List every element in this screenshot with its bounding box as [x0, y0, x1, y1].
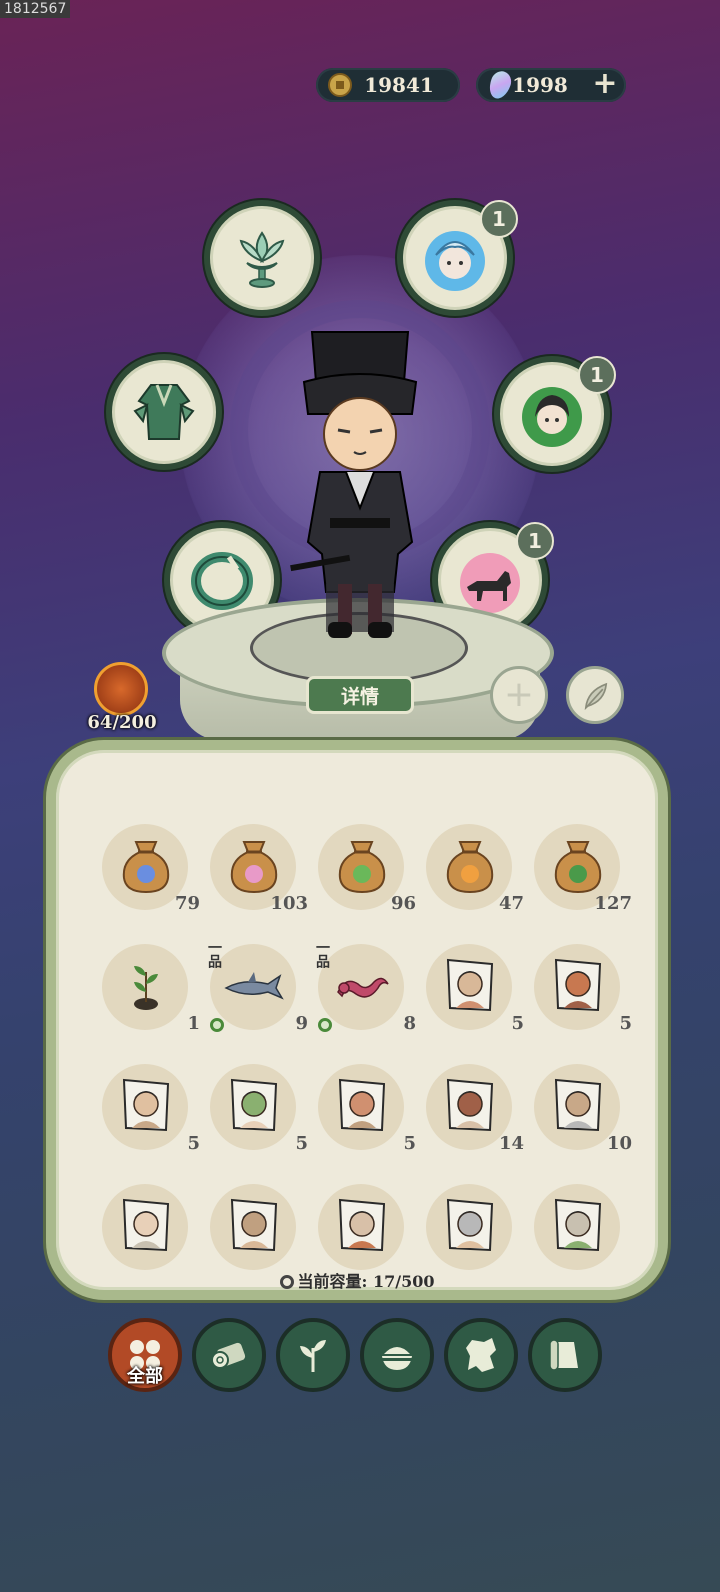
tab-plant[interactable]	[276, 1318, 350, 1392]
inventory-item-character-card-7[interactable]: 10	[530, 1060, 632, 1156]
character-card-7-icon	[554, 1078, 602, 1132]
inventory-item-seed-bag-leaf[interactable]: 127	[530, 820, 632, 916]
tab-map-piece[interactable]	[444, 1318, 518, 1392]
feather-button[interactable]	[566, 666, 624, 724]
inventory-item-character-card-1[interactable]: 5	[422, 940, 524, 1036]
level-progress: 64/200	[87, 712, 157, 733]
jade-bracelet-icon	[191, 552, 253, 610]
jade-ring-icon	[318, 1018, 332, 1032]
seed-bag-blue-icon	[122, 841, 170, 894]
seed-bag-green-icon	[338, 841, 386, 894]
capacity-text: 当前容量: 17/500	[297, 1272, 435, 1291]
companion-portrait-icon	[522, 387, 582, 447]
inventory-item-character-card-10[interactable]	[314, 1180, 410, 1276]
player-character[interactable]	[290, 322, 430, 652]
inventory-panel: 79 103 96 47 127 1 一品 9 一品 8 5 5 5 5 5 1…	[46, 740, 668, 1300]
character-card-4-icon	[230, 1078, 278, 1132]
character-card-8-icon	[122, 1198, 170, 1252]
character-card-5-icon	[338, 1078, 386, 1132]
item-count: 47	[498, 893, 524, 914]
lotus-lamp-icon	[239, 231, 285, 288]
dragon-icon	[337, 977, 389, 998]
inventory-item-character-card-8[interactable]	[98, 1180, 194, 1276]
inventory-item-character-card-6[interactable]: 14	[422, 1060, 524, 1156]
tab-food[interactable]	[360, 1318, 434, 1392]
slot-lotus[interactable]	[210, 206, 314, 310]
character-card-1-icon	[446, 958, 494, 1012]
rice-bowl-icon	[382, 1347, 412, 1370]
inventory-item-character-card-12[interactable]	[530, 1180, 626, 1276]
inventory-item-seed-bag-blue[interactable]: 79	[98, 820, 200, 916]
inventory-item-character-card-5[interactable]: 5	[314, 1060, 416, 1156]
inventory-item-seed-bag-orange[interactable]: 47	[422, 820, 524, 916]
seed-bag-leaf-icon	[554, 841, 602, 894]
robe-armor-icon	[133, 384, 195, 440]
item-count: 5	[187, 1133, 200, 1154]
seed-bag-orange-icon	[446, 841, 494, 894]
gem-counter: 1998 +	[476, 68, 626, 102]
log-icon	[211, 1342, 246, 1369]
item-count: 103	[270, 893, 308, 914]
inventory-item-sapling[interactable]: 1	[98, 940, 200, 1036]
spirit-badge: 1	[480, 200, 518, 238]
capacity-label: 当前容量: 17/500	[56, 1268, 658, 1291]
inventory-item-character-card-9[interactable]	[206, 1180, 302, 1276]
pet-badge: 1	[516, 522, 554, 560]
character-card-2-icon	[554, 958, 602, 1012]
companion-badge: 1	[578, 356, 616, 394]
item-count: 9	[295, 1013, 308, 1034]
add-slot-button[interactable]: +	[490, 666, 548, 724]
inventory-item-shark[interactable]: 一品 9	[206, 940, 308, 1036]
item-count: 14	[498, 1133, 524, 1154]
seed-bag-pink-icon	[230, 841, 278, 894]
inventory-item-seed-bag-green[interactable]: 96	[314, 820, 416, 916]
character-card-6-icon	[446, 1078, 494, 1132]
item-count: 5	[403, 1133, 416, 1154]
tab-all-label: 全部	[127, 1366, 163, 1387]
inventory-item-dragon[interactable]: 一品 8	[314, 940, 416, 1036]
details-button[interactable]: 详情	[306, 676, 414, 714]
plus-icon: +	[503, 674, 535, 715]
item-count: 1	[187, 1013, 200, 1034]
tab-scroll[interactable]	[528, 1318, 602, 1392]
sprout-icon	[300, 1340, 326, 1372]
item-count: 127	[594, 893, 632, 914]
item-count: 5	[511, 1013, 524, 1034]
item-count: 79	[174, 893, 200, 914]
add-gems-button[interactable]: +	[590, 69, 620, 100]
map-piece-icon	[466, 1338, 496, 1372]
watermark-id: 1812567	[0, 0, 71, 18]
character-card-12-icon	[554, 1198, 602, 1252]
character-card-11-icon	[446, 1198, 494, 1252]
character-card-10-icon	[338, 1198, 386, 1252]
item-grade: 一品	[206, 940, 222, 968]
inventory-item-character-card-2[interactable]: 5	[530, 940, 632, 1036]
inventory-item-character-card-11[interactable]	[422, 1180, 518, 1276]
slot-armor[interactable]	[112, 360, 216, 464]
character-card-9-icon	[230, 1198, 278, 1252]
scroll-icon	[549, 1339, 578, 1371]
item-count: 10	[606, 1133, 632, 1154]
inventory-item-seed-bag-pink[interactable]: 103	[206, 820, 308, 916]
item-count: 8	[403, 1013, 416, 1034]
spirit-portrait-icon	[425, 231, 485, 291]
capacity-icon	[279, 1275, 294, 1289]
shark-icon	[224, 972, 284, 1000]
feather-icon	[584, 682, 608, 711]
coin-counter: 19841	[316, 68, 460, 102]
level-icon[interactable]	[94, 662, 148, 716]
item-count: 96	[390, 893, 416, 914]
inventory-item-character-card-4[interactable]: 5	[206, 1060, 308, 1156]
item-count: 5	[619, 1013, 632, 1034]
item-count: 5	[295, 1133, 308, 1154]
sapling-icon	[134, 966, 158, 1010]
character-card-3-icon	[122, 1078, 170, 1132]
jade-ring-icon	[210, 1018, 224, 1032]
tab-wood[interactable]	[192, 1318, 266, 1392]
inventory-item-character-card-3[interactable]: 5	[98, 1060, 200, 1156]
item-grade: 一品	[314, 940, 330, 968]
coin-icon	[328, 73, 352, 97]
